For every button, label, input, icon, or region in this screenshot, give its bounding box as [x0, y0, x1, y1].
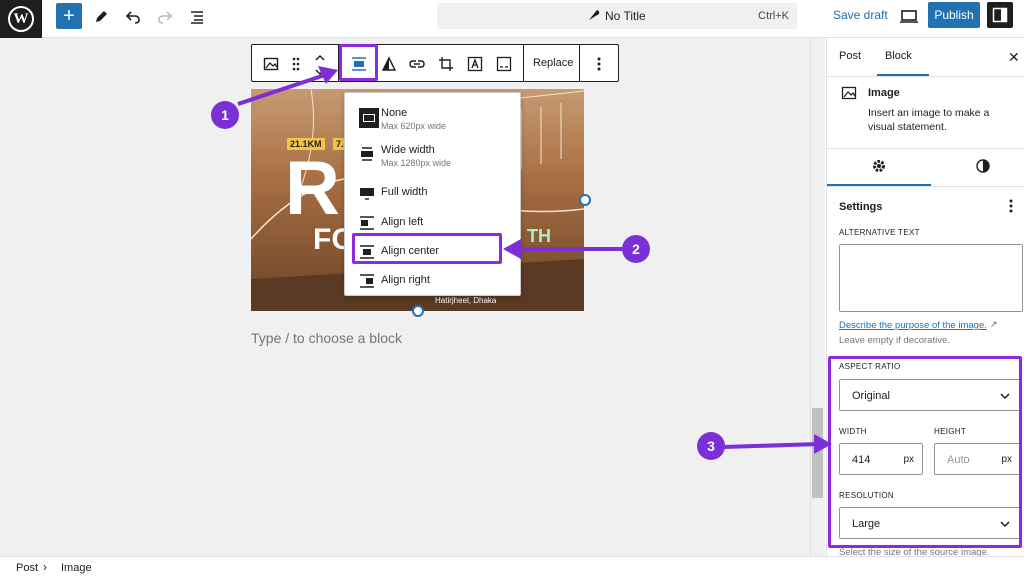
annotation-arrowhead-2	[503, 239, 521, 259]
breadcrumb-image[interactable]: Image	[61, 562, 92, 574]
annotation-badge-1: 1	[211, 101, 239, 129]
breadcrumb-post[interactable]: Post	[16, 562, 38, 574]
annotation-badge-3: 3	[697, 432, 725, 460]
block-breadcrumb-bar: Post › Image	[0, 556, 1024, 576]
annotation-arrowhead-3	[814, 434, 832, 454]
annotation-badge-2: 2	[622, 235, 650, 263]
annotation-arrow-1	[237, 72, 329, 106]
annotation-arrows	[237, 66, 832, 454]
chevron-right-icon: ›	[43, 560, 47, 574]
annotation-arrow-3	[723, 442, 821, 449]
